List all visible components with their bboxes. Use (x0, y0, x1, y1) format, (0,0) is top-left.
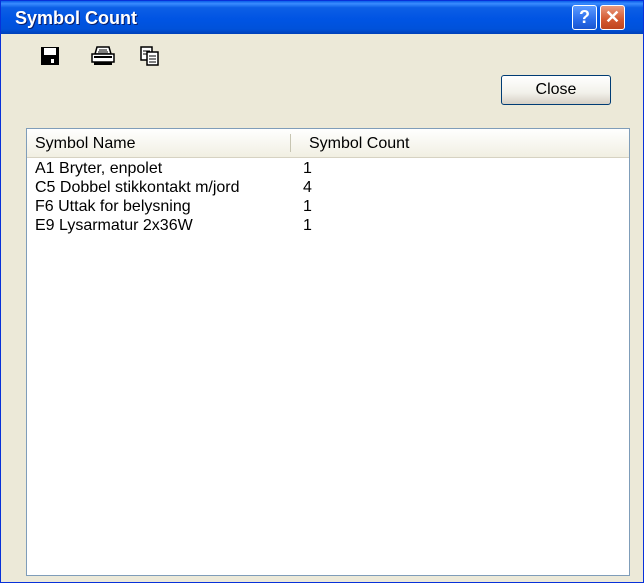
column-header-symbol-name[interactable]: Symbol Name (35, 135, 135, 153)
list-header: Symbol Name Symbol Count (27, 129, 629, 158)
title-bar[interactable]: Symbol Count ? ✕ (1, 1, 643, 34)
symbol-name: E9 Lysarmatur 2x36W (35, 217, 193, 234)
symbol-count: 1 (303, 160, 312, 177)
list-item[interactable]: C5 Dobbel stikkontakt m/jord 4 (27, 179, 627, 198)
column-header-symbol-count[interactable]: Symbol Count (309, 135, 410, 153)
symbol-count: 1 (303, 198, 312, 215)
symbol-count: 1 (303, 217, 312, 234)
symbol-count: 4 (303, 179, 312, 196)
help-button[interactable]: ? (572, 5, 597, 30)
symbol-name: F6 Uttak for belysning (35, 198, 191, 215)
window-close-button[interactable]: ✕ (600, 5, 625, 30)
close-button[interactable]: Close (501, 75, 611, 105)
symbol-name: C5 Dobbel stikkontakt m/jord (35, 179, 240, 196)
list-item[interactable]: A1 Bryter, enpolet 1 (27, 160, 627, 179)
save-icon[interactable] (39, 45, 61, 67)
list-item[interactable]: F6 Uttak for belysning 1 (27, 198, 627, 217)
symbol-name: A1 Bryter, enpolet (35, 160, 163, 177)
symbol-list[interactable]: Symbol Name Symbol Count A1 Bryter, enpo… (26, 128, 630, 576)
column-divider[interactable] (290, 134, 291, 152)
list-rows: A1 Bryter, enpolet 1 C5 Dobbel stikkonta… (27, 160, 627, 236)
window-title: Symbol Count (15, 8, 137, 28)
symbol-count-window: Symbol Count ? ✕ Close Symbol Name Symbo… (0, 0, 644, 583)
print-icon[interactable] (91, 45, 115, 67)
list-item[interactable]: E9 Lysarmatur 2x36W 1 (27, 217, 627, 236)
copy-icon[interactable] (139, 45, 161, 67)
